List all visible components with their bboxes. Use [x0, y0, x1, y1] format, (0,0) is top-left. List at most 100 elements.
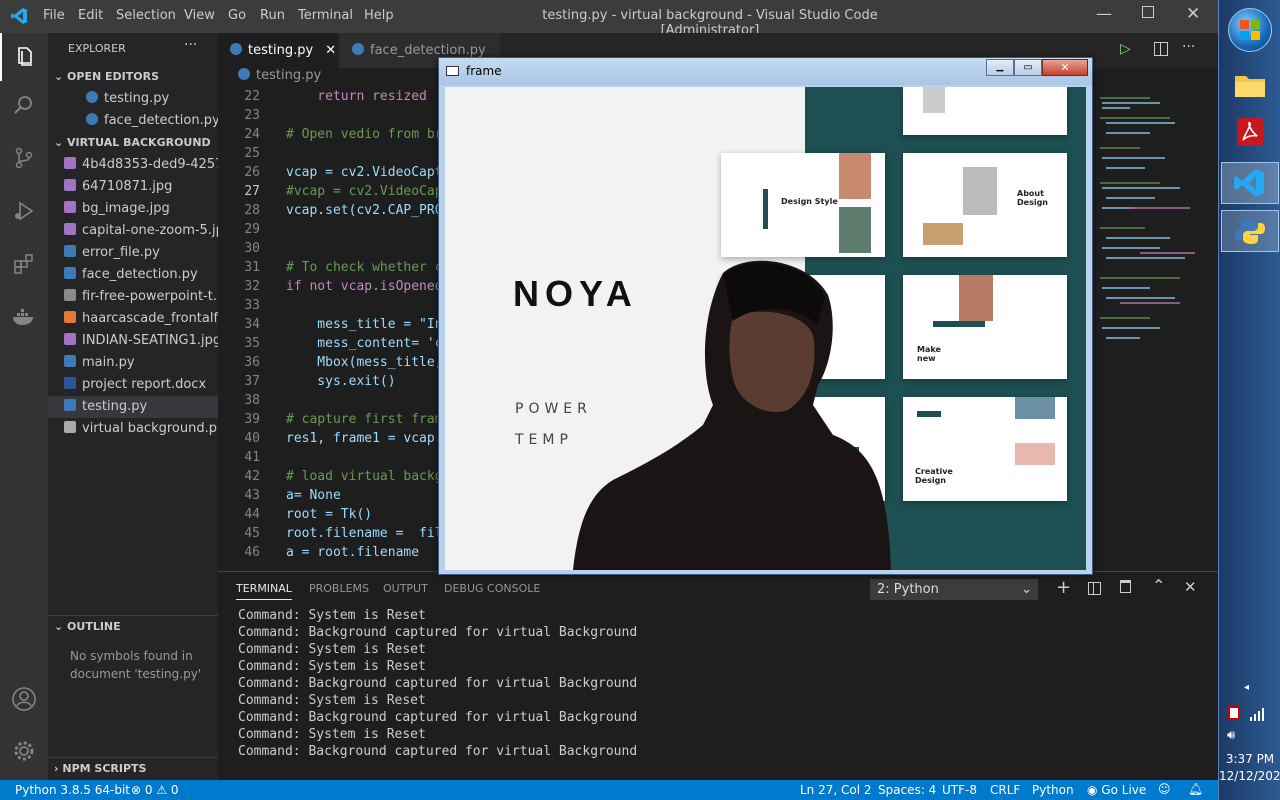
open-editor-item[interactable]: testing.py [86, 88, 169, 110]
python-taskbar-icon[interactable] [1221, 210, 1279, 252]
open-editors-header[interactable]: ⌄ OPEN EDITORS [48, 66, 218, 88]
explorer-icon[interactable] [0, 33, 48, 81]
minimize-icon[interactable]: ▁ [986, 59, 1014, 76]
code-line[interactable]: res1, frame1 = vcap. [286, 431, 443, 446]
open-editor-item[interactable]: face_detection.py [86, 110, 220, 132]
close-tab-icon[interactable]: ✕ [325, 43, 336, 58]
file-tree-item[interactable]: virtual background.pp... [48, 418, 218, 440]
split-editor-icon[interactable] [1154, 42, 1168, 56]
language-mode[interactable]: Python [1032, 783, 1074, 797]
file-tree-item[interactable]: project report.docx [48, 374, 218, 396]
trash-icon[interactable] [1120, 580, 1131, 593]
network-icon[interactable] [1249, 706, 1265, 725]
terminal-select[interactable]: 2: Python ⌄ [870, 579, 1038, 600]
file-tree-item[interactable]: fir-free-powerpoint-t... [48, 286, 218, 308]
code-line[interactable]: #vcap = cv2.VideoCap [286, 184, 443, 199]
account-icon[interactable] [0, 675, 48, 723]
menu-help[interactable]: Help [364, 8, 394, 23]
code-line[interactable]: # To check whether c [286, 260, 443, 275]
antivirus-tray-icon[interactable] [1228, 706, 1240, 720]
code-line[interactable]: Mbox(mess_title, [286, 355, 442, 370]
code-line[interactable]: mess_content= 'c [286, 336, 442, 351]
minimap[interactable] [1090, 88, 1200, 348]
folder-header[interactable]: ⌄ VIRTUAL BACKGROUND [48, 132, 218, 154]
file-tree-item[interactable]: capital-one-zoom-5.jpg [48, 220, 218, 242]
file-tree-item[interactable]: haarcascade_frontalfa... [48, 308, 218, 330]
python-interpreter[interactable]: Python 3.8.5 64-bit [15, 783, 130, 797]
problems-status[interactable]: ⊗ 0 ⚠ 0 [131, 783, 179, 797]
indentation[interactable]: Spaces: 4 [878, 783, 936, 797]
menu-go[interactable]: Go [228, 8, 246, 23]
docker-icon[interactable] [0, 293, 48, 341]
code-line[interactable]: # capture first fram [286, 412, 443, 427]
outline-header[interactable]: ⌄ OUTLINE [48, 615, 218, 637]
search-icon[interactable] [0, 81, 48, 129]
maximize-icon[interactable]: ▭ [1014, 59, 1042, 76]
folder-icon[interactable] [1233, 70, 1267, 100]
code-line[interactable]: sys.exit() [286, 374, 395, 389]
menu-view[interactable]: View [184, 8, 215, 23]
volume-icon[interactable]: 🔊︎ [1227, 728, 1235, 743]
terminal-output[interactable]: Command: System is Reset Command: Backgro… [238, 607, 637, 760]
close-panel-icon[interactable]: ✕ [1184, 578, 1197, 596]
extensions-icon[interactable] [0, 240, 48, 288]
code-line[interactable]: a = root.filename [286, 545, 419, 560]
code-line[interactable]: # Open vedio from br [286, 127, 443, 142]
gear-icon[interactable] [0, 727, 48, 775]
code-line[interactable]: mess_title = "In [286, 317, 442, 332]
menu-run[interactable]: Run [260, 8, 285, 23]
tab-output[interactable]: OUTPUT [383, 582, 428, 595]
code-line[interactable]: a= None [286, 488, 341, 503]
code-line[interactable]: root.filename = fil [286, 526, 443, 541]
go-live[interactable]: ◉ Go Live [1087, 783, 1146, 797]
tab-terminal[interactable]: TERMINAL [236, 582, 292, 600]
code-line[interactable]: root = Tk() [286, 507, 372, 522]
vscode-taskbar-icon[interactable] [1221, 162, 1279, 204]
code-line[interactable]: return resized [286, 89, 427, 104]
tab-debug-console[interactable]: DEBUG CONSOLE [444, 582, 540, 595]
file-tree-item[interactable]: face_detection.py [48, 264, 218, 286]
frame-window[interactable]: frame ▁ ▭ ✕ NOYA POWER TEMP Design Style… [438, 57, 1093, 575]
split-terminal-icon[interactable] [1088, 582, 1101, 595]
file-tree-item[interactable]: INDIAN-SEATING1.jpg [48, 330, 218, 352]
code-line[interactable]: vcap.set(cv2.CAP_PRO [286, 203, 443, 218]
menu-selection[interactable]: Selection [116, 8, 176, 23]
chevron-up-icon[interactable]: ⌃ [1152, 576, 1165, 595]
bell-icon[interactable]: 🔔︎ [1188, 782, 1203, 796]
tab-testing[interactable]: testing.py ✕ [218, 33, 338, 68]
restore-icon[interactable] [1142, 6, 1154, 18]
tab-problems[interactable]: PROBLEMS [309, 582, 369, 595]
close-icon[interactable]: ✕ [1042, 59, 1088, 76]
encoding[interactable]: UTF-8 [942, 783, 977, 797]
menu-file[interactable]: File [43, 8, 65, 23]
new-terminal-icon[interactable]: + [1056, 577, 1071, 598]
minimize-icon[interactable]: — [1096, 4, 1112, 23]
run-debug-icon[interactable] [0, 187, 48, 235]
show-hidden-icons[interactable]: ◂ [1244, 682, 1249, 693]
feedback-icon[interactable]: ☺ [1158, 782, 1171, 796]
more-actions-icon[interactable]: ··· [1182, 39, 1195, 55]
file-tree-item[interactable]: bg_image.jpg [48, 198, 218, 220]
menu-terminal[interactable]: Terminal [298, 8, 353, 23]
code-line[interactable]: # load virtual backg [286, 469, 443, 484]
frame-titlebar[interactable]: frame ▁ ▭ ✕ [439, 58, 1092, 85]
pdf-reader-icon[interactable] [1235, 116, 1265, 148]
start-button-icon[interactable] [1228, 8, 1272, 52]
source-control-icon[interactable] [0, 134, 48, 182]
menu-edit[interactable]: Edit [78, 8, 103, 23]
file-tree-item[interactable]: main.py [48, 352, 218, 374]
file-tree-item[interactable]: error_file.py [48, 242, 218, 264]
cursor-position[interactable]: Ln 27, Col 2 [800, 783, 872, 797]
clock-time[interactable]: 3:37 PM [1219, 752, 1280, 766]
clock-date[interactable]: 12/12/2020 [1219, 769, 1280, 783]
run-icon[interactable]: ▷ [1120, 41, 1131, 57]
more-actions-icon[interactable]: ··· [184, 37, 197, 53]
file-tree-item[interactable]: testing.py [48, 396, 218, 418]
code-line[interactable]: if not vcap.isOpened [286, 279, 443, 294]
close-icon[interactable]: ✕ [1186, 4, 1200, 24]
file-tree-item[interactable]: 4b4d8353-ded9-4257... [48, 154, 218, 176]
code-line[interactable]: vcap = cv2.VideoCapt [286, 165, 443, 180]
file-tree-item[interactable]: 64710871.jpg [48, 176, 218, 198]
line-ending[interactable]: CRLF [990, 783, 1020, 797]
npm-scripts-header[interactable]: › NPM SCRIPTS [48, 757, 218, 779]
